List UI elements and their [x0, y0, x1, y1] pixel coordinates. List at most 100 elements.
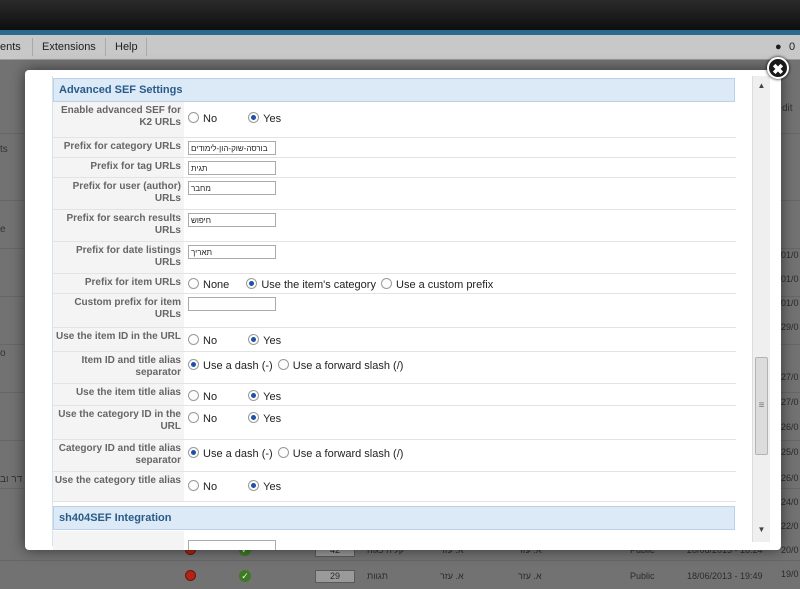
item-alias-no[interactable]: No: [188, 390, 218, 403]
published-check-icon[interactable]: ✓: [239, 570, 251, 582]
item-separator-dash[interactable]: Use a dash (-): [188, 359, 273, 372]
radio-label: Use a dash (-): [203, 360, 273, 372]
radio-icon[interactable]: [188, 278, 199, 289]
item-id-yes[interactable]: Yes: [248, 334, 281, 347]
radio-icon[interactable]: [188, 334, 199, 345]
radio-selected-icon[interactable]: [248, 334, 260, 345]
bg-date: 27/0: [781, 372, 799, 382]
label-prefix-user: Prefix for user (author) URLs: [72, 181, 181, 204]
prefix-search-input[interactable]: חיפוש: [188, 213, 276, 227]
category-id-yes[interactable]: Yes: [248, 412, 282, 425]
admin-menu-bar: ents Extensions Help ● 0: [0, 35, 800, 60]
bg-date: 27/0: [781, 397, 799, 407]
bg-date: 01/0: [781, 250, 799, 260]
section-header-advanced-sef: Advanced SEF Settings: [53, 78, 735, 102]
users-online-count: 0: [789, 41, 796, 53]
label-category-separator: Category ID and title alias separator: [58, 443, 181, 466]
category-separator-dash[interactable]: Use a dash (-): [188, 447, 273, 460]
bg-date: 20/0: [781, 545, 799, 555]
unpublish-icon[interactable]: [185, 570, 196, 581]
prefix-date-input[interactable]: תאריך: [188, 245, 276, 259]
scroll-thumb[interactable]: ≡: [755, 357, 768, 455]
scroll-down-arrow-icon[interactable]: ▼: [753, 522, 770, 537]
radio-icon[interactable]: [188, 112, 199, 123]
radio-label: Yes: [263, 391, 282, 403]
bg-date: 19/0: [781, 569, 799, 579]
radio-icon[interactable]: [188, 480, 199, 491]
order-input[interactable]: 29: [315, 570, 355, 583]
category-separator-slash[interactable]: Use a forward slash (/): [277, 447, 404, 460]
custom-prefix-input[interactable]: [188, 297, 276, 311]
menu-item-components[interactable]: ents: [0, 41, 21, 53]
radio-icon[interactable]: [277, 447, 289, 458]
prefix-user-input[interactable]: מחבר: [188, 181, 276, 195]
bg-date: 22/0: [781, 521, 799, 531]
category-alias-no[interactable]: No: [188, 480, 218, 493]
user-cell: א. עזר: [518, 571, 542, 581]
label-item-separator: Item ID and title alias separator: [81, 355, 181, 378]
row-enable-sef: Enable advanced SEF for K2 URLs No Yes: [53, 102, 736, 138]
radio-label: Use a forward slash (/): [292, 448, 404, 460]
menu-separator: [105, 38, 106, 56]
radio-selected-icon[interactable]: [188, 447, 199, 458]
bg-row-label: דר וב: [0, 474, 23, 485]
radio-selected-icon[interactable]: [248, 390, 260, 401]
bg-date: 01/0: [781, 274, 799, 284]
sh404-input[interactable]: [188, 540, 276, 550]
label-category-alias: Use the category title alias: [54, 475, 181, 486]
row-prefix-user: Prefix for user (author) URLs מחבר: [53, 178, 736, 210]
radio-label: Use a forward slash (/): [292, 360, 404, 372]
radio-icon[interactable]: [188, 390, 199, 401]
modal-scrollbar[interactable]: ▲ ≡ ▼: [752, 76, 770, 542]
item-alias-yes[interactable]: Yes: [248, 390, 282, 403]
item-separator-slash[interactable]: Use a forward slash (/): [277, 359, 404, 372]
row-item-separator: Item ID and title alias separator Use a …: [53, 352, 736, 384]
menu-item-help[interactable]: Help: [115, 41, 138, 53]
radio-label: None: [203, 279, 230, 291]
label-prefix-date: Prefix for date listings URLs: [75, 245, 181, 268]
row-item-id: Use the item ID in the URL No Yes: [53, 328, 736, 352]
radio-icon[interactable]: [188, 412, 199, 423]
enable-sef-no[interactable]: No: [188, 112, 218, 125]
label-item-alias: Use the item title alias: [75, 387, 181, 398]
prefix-item-category[interactable]: Use the item's category: [246, 278, 376, 291]
radio-selected-icon[interactable]: [248, 412, 260, 423]
radio-selected-icon[interactable]: [246, 278, 258, 289]
prefix-item-custom[interactable]: Use a custom prefix: [381, 278, 493, 291]
bg-column-label: e: [0, 224, 6, 235]
radio-selected-icon[interactable]: [248, 112, 260, 123]
radio-label: No: [203, 391, 218, 403]
menu-item-extensions[interactable]: Extensions: [42, 41, 96, 53]
row-prefix-category: Prefix for category URLs בורסה-שוק-הון-ל…: [53, 138, 736, 158]
scroll-up-arrow-icon[interactable]: ▲: [753, 78, 770, 93]
row-prefix-tag: Prefix for tag URLs תגית: [53, 158, 736, 178]
category-cell: תגוות: [367, 571, 388, 581]
radio-label: Use the item's category: [261, 279, 376, 291]
label-item-id: Use the item ID in the URL: [55, 331, 181, 342]
row-category-id: Use the category ID in the URL No Yes: [53, 406, 736, 440]
settings-form: Advanced SEF Settings Enable advanced SE…: [52, 76, 736, 550]
radio-icon[interactable]: [277, 359, 289, 370]
radio-label: Yes: [263, 413, 282, 425]
radio-label: No: [203, 113, 218, 125]
label-enable-sef: Enable advanced SEF for K2 URLs: [60, 105, 181, 128]
radio-selected-icon[interactable]: [188, 359, 199, 370]
category-id-no[interactable]: No: [188, 412, 218, 425]
prefix-category-input[interactable]: בורסה-שוק-הון-לימודים: [188, 141, 276, 155]
label-prefix-tag: Prefix for tag URLs: [90, 161, 181, 172]
category-alias-yes[interactable]: Yes: [248, 480, 281, 493]
label-custom-prefix: Custom prefix for item URLs: [74, 297, 181, 320]
label-prefix-item: Prefix for item URLs: [84, 277, 181, 288]
bg-row-label: o: [0, 348, 6, 359]
prefix-tag-input[interactable]: תגית: [188, 161, 276, 175]
prefix-item-none[interactable]: None: [188, 278, 230, 291]
row-category-separator: Category ID and title alias separator Us…: [53, 440, 736, 472]
radio-selected-icon[interactable]: [248, 480, 260, 491]
item-id-no[interactable]: No: [188, 334, 217, 347]
row-category-alias: Use the category title alias No Yes: [53, 472, 736, 502]
radio-icon[interactable]: [381, 278, 393, 289]
radio-label: No: [203, 481, 218, 493]
radio-label: No: [203, 413, 218, 425]
enable-sef-yes[interactable]: Yes: [248, 112, 281, 125]
close-icon[interactable]: ✖: [767, 57, 789, 79]
